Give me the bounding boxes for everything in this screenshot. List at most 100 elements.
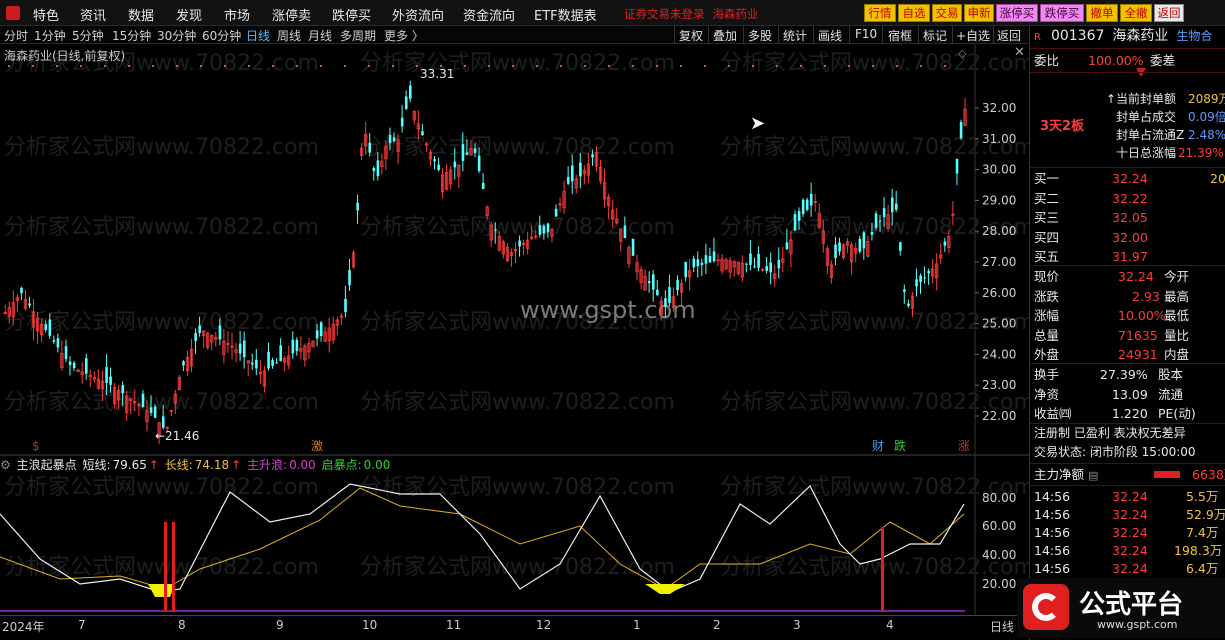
candle-body	[919, 275, 922, 283]
period-label[interactable]: 日线	[990, 618, 1014, 635]
f10-button[interactable]: F10	[855, 27, 877, 41]
bid-label: 买三	[1034, 210, 1060, 225]
limit-down-buy-button[interactable]: 跌停买	[1040, 4, 1084, 22]
add-watchlist-button[interactable]: +自选	[956, 27, 990, 44]
candle-body	[153, 406, 157, 418]
adjust-button[interactable]: 复权	[679, 27, 703, 44]
candle-body	[344, 298, 347, 313]
candle-body	[477, 155, 481, 171]
menu-item-features[interactable]: 特色	[33, 5, 59, 24]
bid-row: 买五 31.97	[1034, 247, 1224, 266]
divider	[1030, 72, 1225, 73]
candle-body	[372, 167, 376, 171]
menu-item-data[interactable]: 数据	[128, 5, 154, 24]
menu-item-market[interactable]: 市场	[224, 5, 250, 24]
stat-row: 涨幅 10.00% 最低	[1034, 306, 1224, 325]
signal-dot	[128, 65, 130, 67]
multi-stock-button[interactable]: 多股	[748, 27, 772, 44]
signal-dot	[896, 65, 898, 67]
menu-item-foreign-flow[interactable]: 外资流向	[392, 5, 444, 24]
period-tab-5min[interactable]: 5分钟	[72, 27, 104, 44]
quote-button[interactable]: 行情	[864, 4, 896, 22]
candle-body	[696, 259, 700, 267]
sector-tag[interactable]: 生物合	[1176, 29, 1212, 43]
period-tab-intraday[interactable]: 分时	[4, 27, 28, 44]
back-button[interactable]: 返回	[1154, 4, 1184, 22]
candle-body	[664, 298, 667, 307]
settings-gear-icon[interactable]: ⚙	[0, 458, 11, 472]
candle-body	[955, 159, 959, 174]
stat-label: 收益㈣	[1034, 406, 1072, 421]
list-icon[interactable]: ▤	[1088, 469, 1098, 482]
menu-item-news[interactable]: 资讯	[80, 5, 106, 24]
signal-bar	[881, 527, 884, 611]
return-button[interactable]: 返回	[997, 27, 1021, 44]
stat-value: 71635	[1118, 327, 1158, 343]
menu-item-capital-flow[interactable]: 资金流向	[463, 5, 515, 24]
candle-body	[554, 208, 558, 217]
candle-body	[315, 330, 319, 339]
menu-item-discover[interactable]: 发现	[176, 5, 202, 24]
stat-label: 涨跌	[1034, 288, 1060, 304]
period-tab-30min[interactable]: 30分钟	[157, 27, 196, 44]
candle-body	[704, 255, 708, 264]
kline-chart-area[interactable]: 分析家公式网www.70822.com 分析家公式网www.70822.com 分析…	[0, 44, 1029, 615]
candle-body	[745, 263, 748, 265]
signal-dot	[200, 65, 202, 67]
candle-body	[198, 325, 201, 333]
signal-dot	[800, 65, 802, 67]
statistics-button[interactable]: 统计	[783, 27, 807, 44]
watchlist-button[interactable]: 自选	[898, 4, 930, 22]
stat-value: 2.93	[1132, 288, 1160, 304]
cancel-order-button[interactable]: 撤单	[1086, 4, 1118, 22]
menu-item-etf-table[interactable]: ETF数据表	[534, 5, 597, 24]
period-tab-15min[interactable]: 15分钟	[112, 27, 151, 44]
candle-body	[275, 362, 278, 364]
watermark-text: 分析家公式网www.70822.com	[360, 135, 675, 160]
period-tab-daily[interactable]: 日线	[246, 27, 270, 44]
signal-dot	[728, 65, 730, 67]
menu-item-limit-up-sell[interactable]: 涨停卖	[272, 5, 311, 24]
trade-button[interactable]: 交易	[932, 4, 962, 22]
period-tab-1min[interactable]: 1分钟	[34, 27, 66, 44]
x-tick: 4	[886, 618, 894, 632]
burst-point-value: 0.00	[363, 458, 391, 472]
candle-body	[72, 362, 76, 369]
signal-dot	[584, 65, 586, 67]
candle-body	[571, 165, 574, 182]
collapse-icon[interactable]: ◇	[958, 47, 966, 60]
seal-float-value: 2.48%	[1188, 128, 1225, 142]
close-icon[interactable]: ✕	[1014, 45, 1025, 60]
frame-button[interactable]: 宿框	[888, 27, 912, 44]
indicator-tick: 20.00	[982, 577, 1016, 591]
period-tab-multi[interactable]: 多周期	[340, 27, 376, 44]
period-tab-weekly[interactable]: 周线	[277, 27, 301, 44]
candlestick-series: 33.31 ←21.46	[3, 65, 967, 445]
candle-body	[797, 211, 801, 221]
toolbar-divider	[674, 26, 675, 44]
mark-button[interactable]: 标记	[923, 27, 947, 44]
ipo-button[interactable]: 申新	[964, 4, 994, 22]
indicator-tick: 60.00	[982, 519, 1016, 533]
candle-body	[652, 274, 655, 290]
stat-value: 24931	[1118, 347, 1158, 362]
indicator-header: ⚙ 主浪起暴点 短线: 79.65 ↑ 长线: 74.18 ↑ 主升浪: 0.00 启暴点…	[0, 456, 975, 472]
overlay-button[interactable]: 叠加	[713, 27, 737, 44]
signal-dot	[176, 65, 178, 67]
menu-item-limit-down-buy[interactable]: 跌停买	[332, 5, 371, 24]
candle-body	[494, 229, 497, 231]
login-notice[interactable]: 证券交易未登录 海森药业	[624, 6, 759, 22]
draw-line-button[interactable]: 画线	[818, 27, 842, 44]
candle-body	[85, 358, 88, 374]
limit-up-buy-button[interactable]: 涨停买	[996, 4, 1038, 22]
tick-time: 14:56	[1034, 507, 1071, 522]
period-tab-more[interactable]: 更多 〉	[384, 27, 424, 44]
seal-amount-value: 2089万	[1188, 92, 1225, 106]
candle-body	[453, 161, 457, 168]
period-tab-60min[interactable]: 60分钟	[202, 27, 241, 44]
period-tab-monthly[interactable]: 月线	[308, 27, 332, 44]
indicator-lines	[0, 483, 965, 611]
indicator-name[interactable]: 主浪起暴点	[17, 458, 77, 472]
cancel-all-button[interactable]: 全撤	[1120, 4, 1152, 22]
flow-bar	[1154, 471, 1180, 478]
